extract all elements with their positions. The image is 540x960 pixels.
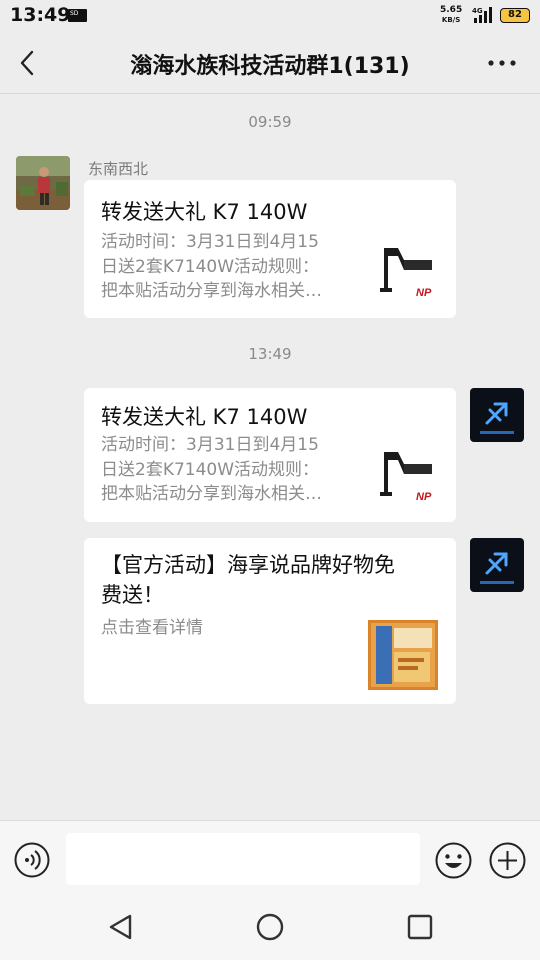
sagittarius-avatar-icon xyxy=(470,388,524,442)
thumbnail-brand-text: NP xyxy=(416,491,432,503)
chat-header: 滃海水族科技活动群1(131) xyxy=(0,32,540,94)
card-desc-line: 把本贴活动分享到海水相关… xyxy=(101,484,322,504)
status-bar: 13:49 SD 5.65 KB/S 4G 82 xyxy=(0,0,540,32)
signal-icon: 4G xyxy=(472,7,492,23)
network-speed-unit: KB/S xyxy=(441,16,461,24)
card-desc-line: 把本贴活动分享到海水相关… xyxy=(101,281,322,301)
avatar[interactable] xyxy=(470,388,524,442)
emoji-icon[interactable] xyxy=(435,842,472,879)
square-recents-icon[interactable] xyxy=(405,912,435,942)
card-title: 转发送大礼 K7 140W xyxy=(101,405,308,429)
battery-icon: 82 xyxy=(500,8,530,23)
card-desc-line: 点击查看详情 xyxy=(101,618,203,638)
card-desc-line: 活动时间：3月31日到4月15 xyxy=(101,435,319,455)
chat-title: 滃海水族科技活动群1(131) xyxy=(130,54,410,79)
card-desc-line: 活动时间：3月31日到4月15 xyxy=(101,232,319,252)
plus-icon[interactable] xyxy=(489,842,526,879)
avatar[interactable] xyxy=(470,538,524,592)
network-type-label: 4G xyxy=(472,7,483,15)
sender-name: 东南西北 xyxy=(88,160,149,178)
message-timestamp: 13:49 xyxy=(248,345,292,363)
card-title-line: 【官方活动】海享说品牌好物免 xyxy=(101,553,395,577)
more-dots-icon[interactable] xyxy=(484,50,520,76)
link-card[interactable]: 转发送大礼 K7 140W 活动时间：3月31日到4月15 日送2套K7140W… xyxy=(84,180,456,318)
network-speed: 5.65 KB/S xyxy=(440,5,462,25)
link-card[interactable]: 转发送大礼 K7 140W 活动时间：3月31日到4月15 日送2套K7140W… xyxy=(84,388,456,522)
sd-card-icon: SD xyxy=(68,9,87,22)
sagittarius-avatar-icon xyxy=(470,538,524,592)
status-time: 13:49 xyxy=(10,4,71,26)
link-card[interactable]: 【官方活动】海享说品牌好物免 费送！ 点击查看详情 xyxy=(84,538,456,704)
network-speed-value: 5.65 xyxy=(440,5,463,15)
card-desc-line: 日送2套K7140W活动规则： xyxy=(101,459,320,480)
circle-home-icon[interactable] xyxy=(255,912,285,942)
product-thumbnail-icon xyxy=(368,620,438,690)
card-title-line: 费送！ xyxy=(101,583,164,607)
voice-icon[interactable] xyxy=(14,842,50,878)
triangle-back-icon[interactable] xyxy=(106,912,136,942)
card-title: 转发送大礼 K7 140W xyxy=(101,200,308,224)
card-desc-line: 日送2套K7140W活动规则： xyxy=(101,256,320,277)
lamp-thumbnail-icon: NP xyxy=(376,242,438,300)
message-input[interactable] xyxy=(66,833,420,885)
system-navigation-bar xyxy=(0,898,540,960)
thumbnail-brand-text: NP xyxy=(416,287,432,299)
sd-card-label: SD xyxy=(70,10,79,17)
lamp-thumbnail-icon: NP xyxy=(376,446,438,504)
input-bar xyxy=(0,820,540,898)
avatar[interactable] xyxy=(16,156,70,210)
avatar-photo-icon xyxy=(16,156,70,210)
message-timestamp: 09:59 xyxy=(248,113,292,131)
